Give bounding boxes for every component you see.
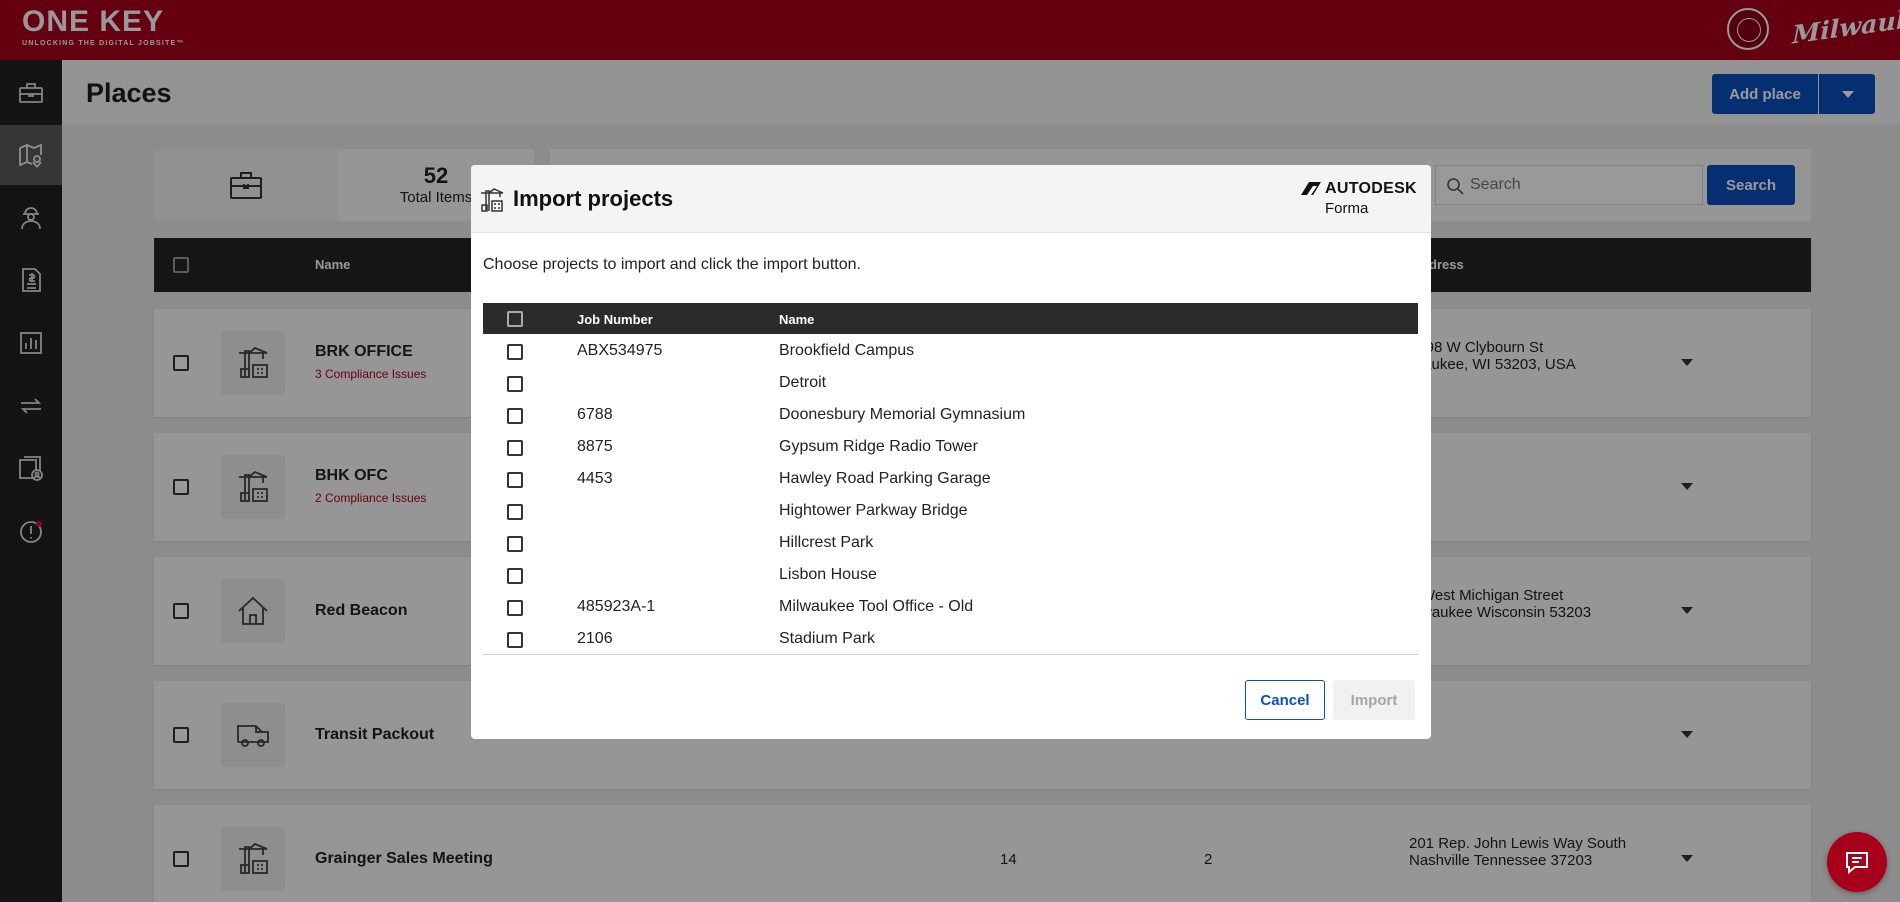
vendor-product: Forma (1325, 200, 1369, 217)
project-job-number: 6788 (577, 406, 613, 423)
project-name: Stadium Park (779, 630, 876, 647)
project-row[interactable]: 2106 Stadium Park (483, 622, 1418, 654)
project-checkbox[interactable] (507, 504, 523, 520)
import-button[interactable]: Import (1333, 680, 1415, 720)
project-checkbox[interactable] (507, 536, 523, 552)
project-job-number: 4453 (577, 470, 613, 487)
project-checkbox[interactable] (507, 344, 523, 360)
project-job-number: 2106 (577, 630, 613, 647)
project-checkbox[interactable] (507, 568, 523, 584)
project-name: Milwaukee Tool Office - Old (779, 598, 974, 615)
project-checkbox[interactable] (507, 632, 523, 648)
project-row[interactable]: Detroit (483, 366, 1418, 398)
project-checkbox[interactable] (507, 376, 523, 392)
project-row[interactable]: Hightower Parkway Bridge (483, 494, 1418, 526)
project-row[interactable]: 8875 Gypsum Ridge Radio Tower (483, 430, 1418, 462)
table-divider (483, 654, 1418, 655)
column-header-name: Name (779, 312, 815, 327)
project-name: Lisbon House (779, 566, 877, 583)
project-name: Hillcrest Park (779, 534, 874, 551)
dialog-header: Import projects AUTODESK Forma (471, 165, 1431, 233)
column-header-job-number: Job Number (577, 312, 653, 327)
cancel-button[interactable]: Cancel (1245, 680, 1325, 720)
project-checkbox[interactable] (507, 408, 523, 424)
project-job-number: 485923A-1 (577, 598, 656, 615)
project-row[interactable]: Lisbon House (483, 558, 1418, 590)
vendor-name: AUTODESK (1325, 180, 1417, 197)
project-job-number: ABX534975 (577, 342, 663, 359)
project-row[interactable]: 485923A-1 Milwaukee Tool Office - Old (483, 590, 1418, 622)
project-name: Hawley Road Parking Garage (779, 470, 991, 487)
project-checkbox[interactable] (507, 440, 523, 456)
project-row[interactable]: ABX534975 Brookfield Campus (483, 334, 1418, 366)
project-name: Gypsum Ridge Radio Tower (779, 438, 978, 455)
import-projects-dialog: Import projects AUTODESK Forma Choose pr… (471, 165, 1431, 739)
projects-table-header: Job Number Name (483, 303, 1418, 334)
autodesk-logo-icon (1301, 182, 1321, 195)
project-name: Detroit (779, 374, 827, 391)
project-checkbox[interactable] (507, 600, 523, 616)
project-row[interactable]: Hillcrest Park (483, 526, 1418, 558)
project-row[interactable]: 6788 Doonesbury Memorial Gymnasium (483, 398, 1418, 430)
crane-icon (481, 188, 504, 212)
project-job-number: 8875 (577, 438, 613, 455)
chat-button[interactable] (1827, 832, 1887, 892)
chat-icon (1846, 852, 1868, 875)
project-name: Doonesbury Memorial Gymnasium (779, 406, 1026, 423)
project-row[interactable]: 4453 Hawley Road Parking Garage (483, 462, 1418, 494)
select-all-projects-checkbox[interactable] (507, 311, 523, 327)
dialog-instructions: Choose projects to import and click the … (483, 256, 861, 273)
autodesk-forma-logo: AUTODESK Forma (1301, 180, 1423, 218)
dialog-title: Import projects (513, 186, 674, 211)
project-name: Hightower Parkway Bridge (779, 502, 968, 519)
project-name: Brookfield Campus (779, 342, 915, 359)
project-checkbox[interactable] (507, 472, 523, 488)
